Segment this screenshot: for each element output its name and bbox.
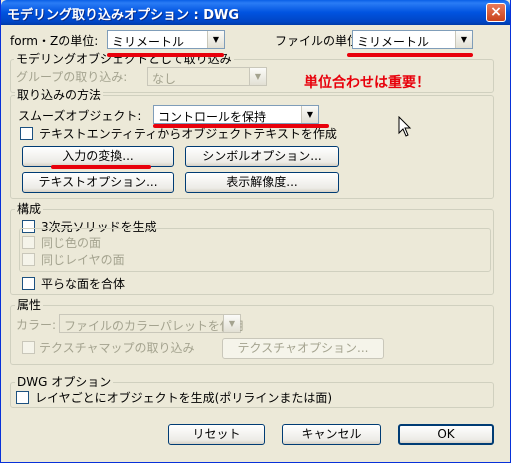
texture-map-checkbox[interactable] bbox=[22, 341, 35, 354]
file-unit-label: ファイルの単位: bbox=[275, 34, 364, 48]
mouse-cursor-icon bbox=[398, 116, 412, 137]
smooth-object-value: コントロールを保持 bbox=[158, 110, 267, 124]
same-color-checkbox[interactable] bbox=[22, 236, 35, 249]
dwg-options-title: DWG オプション bbox=[15, 375, 114, 389]
same-color-label: 同じ色の面 bbox=[41, 236, 102, 250]
import-method-title: 取り込みの方法 bbox=[15, 88, 104, 102]
merge-flat-checkbox[interactable] bbox=[22, 277, 35, 290]
smooth-object-select[interactable]: コントロールを保持 ▼ bbox=[153, 105, 319, 124]
close-icon: × bbox=[490, 4, 502, 20]
per-layer-checkbox[interactable] bbox=[16, 391, 29, 404]
annotation-underline bbox=[51, 165, 151, 169]
annotation-underline bbox=[153, 124, 329, 128]
dialog-window: モデリング取り込みオプション : DWG × form・Zの単位: ミリメートル… bbox=[0, 0, 511, 463]
ok-button[interactable]: OK bbox=[398, 424, 494, 445]
title-bar[interactable]: モデリング取り込みオプション : DWG × bbox=[1, 0, 510, 25]
texture-options-button[interactable]: テクスチャオプション... bbox=[222, 338, 384, 359]
group-import-value: なし bbox=[152, 72, 177, 86]
merge-flat-label: 平らな面を合体 bbox=[41, 277, 126, 291]
color-select[interactable]: ファイルのカラーパレットを使用 ▼ bbox=[59, 314, 244, 333]
structure-title: 構成 bbox=[15, 202, 44, 216]
annotation-underline bbox=[347, 53, 473, 57]
file-unit-value: ミリメートル bbox=[357, 35, 430, 49]
file-unit-select[interactable]: ミリメートル ▼ bbox=[352, 30, 473, 49]
smooth-object-label: スムーズオブジェクト: bbox=[18, 109, 142, 123]
group-import-label: グループの取り込み: bbox=[16, 70, 128, 84]
form-z-unit-select[interactable]: ミリメートル ▼ bbox=[107, 30, 225, 49]
color-value: ファイルのカラーパレットを使用 bbox=[64, 319, 244, 333]
reset-button[interactable]: リセット bbox=[168, 424, 265, 445]
form-z-unit-value: ミリメートル bbox=[112, 35, 185, 49]
chevron-down-icon[interactable]: ▼ bbox=[301, 106, 318, 123]
text-entity-checkbox[interactable] bbox=[20, 127, 33, 140]
color-label: カラー: bbox=[16, 318, 57, 332]
window-title: モデリング取り込みオプション : DWG bbox=[7, 8, 240, 23]
same-layer-checkbox[interactable] bbox=[22, 253, 35, 266]
per-layer-label: レイヤごとにオブジェクトを生成(ポリラインまたは面) bbox=[35, 391, 333, 405]
cancel-button[interactable]: キャンセル bbox=[282, 424, 381, 445]
annotation-underline bbox=[107, 53, 224, 57]
group-import-select[interactable]: なし ▼ bbox=[147, 67, 267, 86]
chevron-down-icon[interactable]: ▼ bbox=[223, 315, 240, 332]
chevron-down-icon[interactable]: ▼ bbox=[455, 31, 472, 48]
form-z-unit-label: form・Zの単位: bbox=[10, 34, 99, 48]
chevron-down-icon[interactable]: ▼ bbox=[249, 68, 266, 85]
same-layer-label: 同じレイヤの面 bbox=[41, 253, 125, 267]
chevron-down-icon[interactable]: ▼ bbox=[207, 31, 224, 48]
text-options-button[interactable]: テキストオプション... bbox=[22, 172, 174, 193]
attributes-title: 属性 bbox=[15, 298, 44, 312]
text-entity-label: テキストエンティティからオブジェクトテキストを作成 bbox=[39, 127, 337, 141]
texture-map-label: テクスチャマップの取り込み bbox=[39, 341, 195, 355]
symbol-options-button[interactable]: シンボルオプション... bbox=[185, 146, 339, 167]
input-transform-button[interactable]: 入力の変換... bbox=[22, 146, 174, 167]
annotation-text: 単位合わせは重要！ bbox=[304, 75, 430, 91]
display-resolution-button[interactable]: 表示解像度... bbox=[185, 172, 339, 193]
close-button[interactable]: × bbox=[486, 3, 506, 22]
